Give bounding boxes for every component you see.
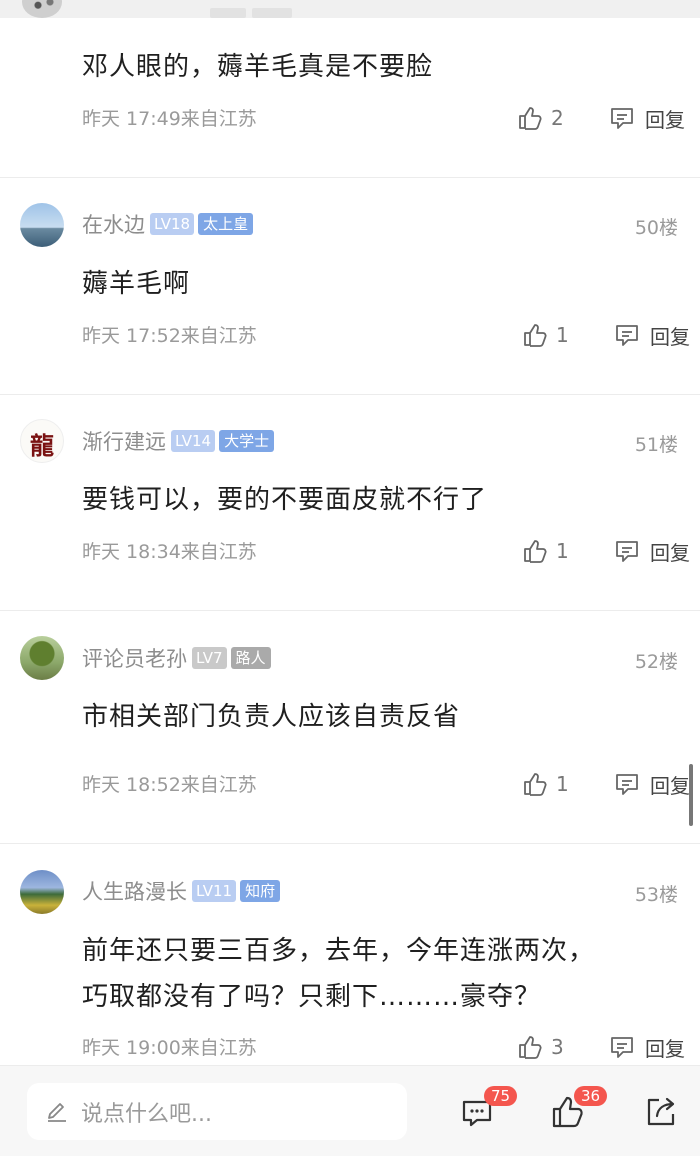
comment-actions: 1 回复 — [522, 320, 690, 350]
user-info: 在水边 LV18 太上皇 — [82, 209, 254, 239]
divider — [0, 177, 700, 178]
level-badge: LV18 — [150, 213, 195, 235]
thumbs-up-icon[interactable] — [517, 1034, 543, 1060]
comment-actions: 3 回复 — [517, 1032, 685, 1062]
comment-input-placeholder: 说点什么吧... — [81, 1101, 212, 1127]
title-badge: 大学士 — [219, 430, 275, 452]
like-count: 1 — [556, 772, 569, 796]
avatar-glyph: 龍 — [30, 431, 54, 460]
like-count-badge: 36 — [574, 1086, 608, 1106]
avatar[interactable] — [20, 203, 64, 247]
title-badge — [252, 8, 292, 18]
comment-meta: 昨天 17:52来自江苏 — [82, 325, 257, 347]
scrollbar-thumb[interactable] — [689, 764, 693, 826]
comment-text-line-1: 前年还只要三百多，去年，今年连涨两次， — [82, 936, 596, 966]
comment-text: 市相关部门负责人应该自责反省 — [82, 702, 461, 732]
reply-icon — [611, 108, 633, 129]
level-badge — [210, 8, 246, 18]
comment-actions: 1 回复 — [522, 536, 690, 566]
comment-input[interactable]: 说点什么吧... — [27, 1083, 407, 1140]
share-button[interactable] — [643, 1094, 679, 1130]
reply-icon — [616, 325, 638, 346]
username[interactable]: 渐行建远 — [82, 426, 166, 456]
thumbs-up-icon[interactable] — [522, 322, 548, 348]
username[interactable]: 在水边 — [82, 209, 145, 239]
like-button[interactable]: 36 — [550, 1086, 608, 1130]
reply-button[interactable]: 回复 — [614, 321, 690, 350]
comment-meta: 昨天 17:49来自江苏 — [82, 108, 257, 130]
floor-number: 51楼 — [634, 434, 678, 456]
reply-label: 回复 — [650, 773, 690, 798]
reply-icon — [611, 1037, 633, 1058]
avatar[interactable] — [22, 0, 62, 18]
pen-icon — [48, 1102, 66, 1122]
bottom-action-bar: 说点什么吧... 75 36 — [0, 1065, 700, 1156]
thumbs-up-icon[interactable] — [517, 105, 543, 131]
user-info: 人生路漫长 LV11 知府 — [82, 876, 281, 906]
title-badge: 路人 — [230, 647, 271, 669]
reply-label: 回复 — [650, 540, 690, 565]
comment-text-line-2: 巧取都没有了吗？只剩下………豪夺？ — [82, 982, 542, 1012]
thumbs-up-icon[interactable] — [522, 771, 548, 797]
title-badge: 太上皇 — [198, 213, 254, 235]
username[interactable]: 人生路漫长 — [82, 876, 187, 906]
reply-button[interactable]: 回复 — [614, 770, 690, 799]
comments-button[interactable]: 75 — [460, 1086, 518, 1130]
level-badge: LV14 — [171, 430, 216, 452]
divider — [0, 610, 700, 611]
comment-text: 邓人眼的，薅羊毛真是不要脸 — [82, 52, 434, 82]
level-badge: LV7 — [192, 647, 227, 669]
comment-count-badge: 75 — [484, 1086, 518, 1106]
avatar[interactable]: 龍 — [20, 419, 64, 463]
avatar[interactable] — [20, 870, 64, 914]
comment-meta: 昨天 18:34来自江苏 — [82, 541, 257, 563]
user-info: 渐行建远 LV14 大学士 — [82, 426, 275, 456]
username[interactable]: 评论员老孙 — [82, 643, 187, 673]
reply-icon — [616, 774, 638, 795]
reply-label: 回复 — [645, 1036, 685, 1061]
comment-actions: 2 回复 — [517, 103, 685, 133]
reply-button[interactable]: 回复 — [614, 537, 690, 566]
user-info: 评论员老孙 LV7 路人 — [82, 645, 271, 671]
top-status-strip — [0, 0, 700, 18]
comment-actions: 1 回复 — [522, 769, 690, 799]
like-count: 2 — [551, 106, 564, 130]
divider — [0, 843, 700, 844]
reply-button[interactable]: 回复 — [609, 1033, 685, 1062]
like-count: 1 — [556, 323, 569, 347]
comment-meta: 昨天 19:00来自江苏 — [82, 1037, 257, 1059]
reply-button[interactable]: 回复 — [609, 104, 685, 133]
comment-text: 要钱可以，要的不要面皮就不行了 — [82, 485, 488, 515]
floor-number: 50楼 — [634, 217, 678, 239]
thumbs-up-icon[interactable] — [522, 538, 548, 564]
title-badge: 知府 — [240, 880, 281, 902]
reply-icon — [616, 541, 638, 562]
like-count: 1 — [556, 539, 569, 563]
share-icon — [647, 1097, 675, 1126]
divider — [0, 394, 700, 395]
avatar[interactable] — [20, 636, 64, 680]
reply-label: 回复 — [650, 324, 690, 349]
comment-text: 薅羊毛啊 — [82, 269, 191, 299]
comment-meta: 昨天 18:52来自江苏 — [82, 774, 257, 796]
floor-number: 52楼 — [634, 651, 678, 673]
like-count: 3 — [551, 1035, 564, 1059]
reply-label: 回复 — [645, 107, 685, 132]
floor-number: 53楼 — [634, 884, 678, 906]
level-badge: LV11 — [192, 880, 237, 902]
